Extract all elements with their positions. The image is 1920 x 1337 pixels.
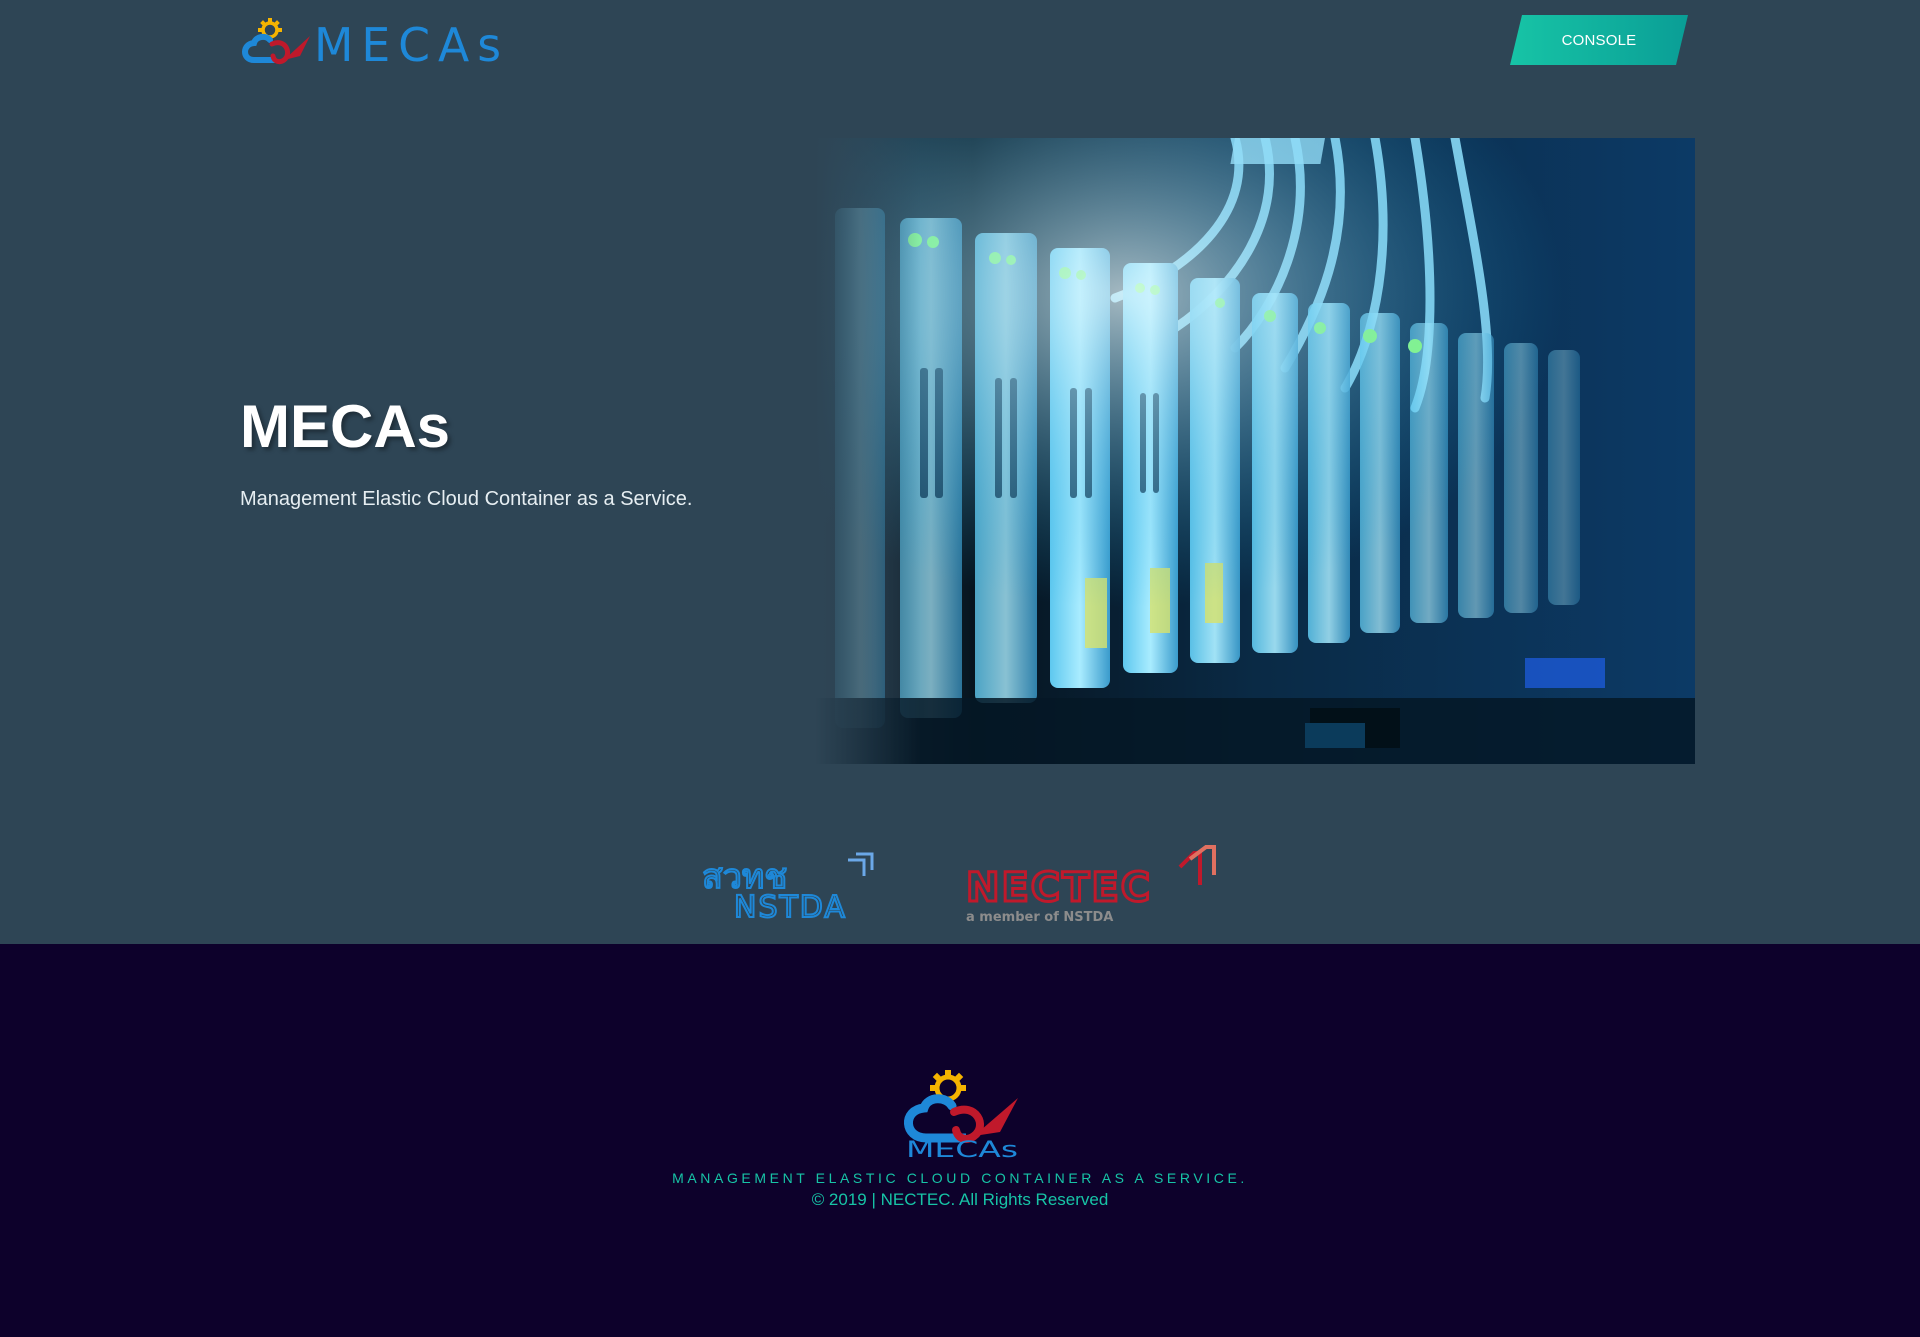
nstda-logo[interactable]: สวทช NSTDA	[700, 850, 900, 920]
cloud-icon	[242, 33, 310, 65]
nstda-wordmark: NSTDA	[734, 890, 847, 920]
mecas-footer-logo[interactable]: MECAs	[896, 1066, 1026, 1158]
nectec-tagline: a member of NSTDA	[966, 910, 1113, 925]
nectec-logo[interactable]: NECTEC a member of NSTDA	[962, 845, 1222, 925]
partner-logos: สวทช NSTDA NECTEC a member of NSTDA	[700, 840, 1230, 925]
footer-copyright: © 2019 | NECTEC. All Rights Reserved	[811, 1190, 1109, 1209]
mecas-header-logo[interactable]: MECAs	[240, 16, 565, 66]
logo-wordmark: MECAs	[314, 18, 509, 66]
footer-tagline: MANAGEMENT ELASTIC CLOUD CONTAINER AS A …	[672, 1170, 1248, 1186]
nectec-wordmark: NECTEC	[966, 865, 1152, 911]
footer: MECAs MANAGEMENT ELASTIC CLOUD CONTAINER…	[0, 944, 1920, 1337]
cloud-icon	[904, 1094, 1018, 1143]
hero-server-image	[815, 138, 1695, 764]
hero-subtitle: Management Elastic Cloud Container as a …	[240, 488, 693, 510]
hero-title: MECAs	[240, 393, 451, 460]
footer-logo-wordmark: MECAs	[906, 1138, 1018, 1158]
console-button[interactable]: CONSOLE	[1510, 15, 1688, 65]
